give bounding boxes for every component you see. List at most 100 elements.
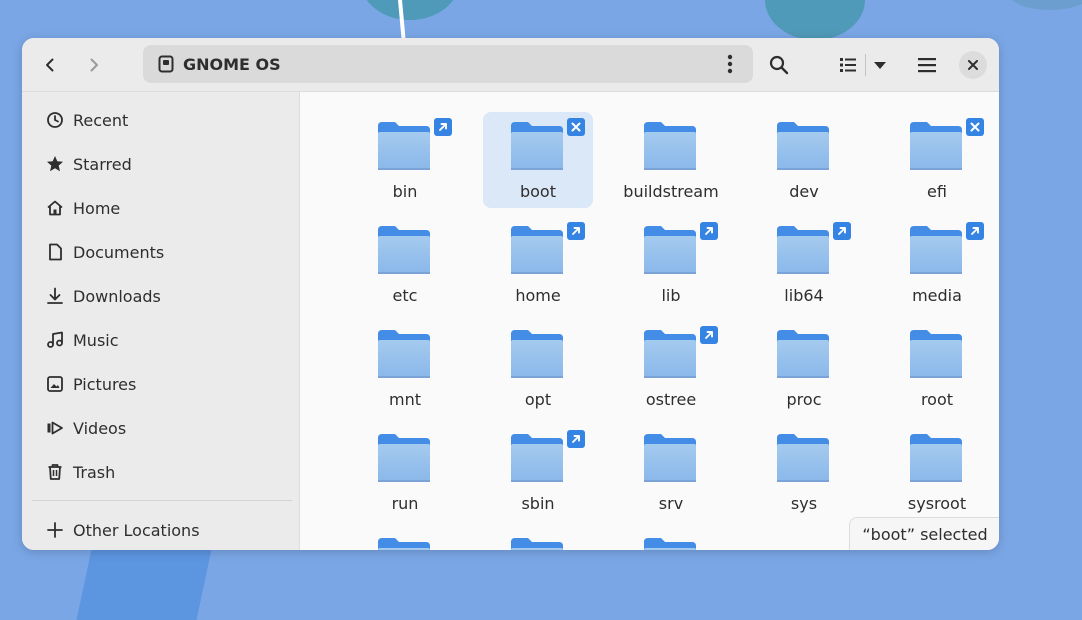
divider: [865, 54, 866, 76]
file-grid: bin boot buildstream dev efi etc home lib lib64 m…: [300, 92, 999, 550]
plus-icon: [45, 520, 65, 540]
symlink-badge: [434, 118, 452, 136]
file-item-folder[interactable]: sysroot: [882, 424, 992, 520]
file-name: dev: [789, 182, 819, 201]
sidebar-item-pictures[interactable]: Pictures: [32, 366, 290, 402]
folder-icon: [378, 434, 430, 482]
sidebar-item-label: Home: [73, 198, 121, 218]
file-item-folder[interactable]: etc: [350, 216, 460, 312]
symlink-badge: [700, 326, 718, 344]
chevron-left-icon: [46, 58, 54, 72]
folder-icon: [644, 434, 696, 482]
clock-icon: [45, 110, 65, 130]
close-button[interactable]: [959, 51, 987, 79]
forward-button[interactable]: [78, 49, 110, 81]
folder-icon: [644, 122, 696, 170]
main-menu-button[interactable]: [911, 49, 943, 81]
folder-icon: [511, 538, 563, 550]
file-item-folder[interactable]: media: [882, 216, 992, 312]
file-item-folder[interactable]: mnt: [350, 320, 460, 416]
file-item-folder[interactable]: run: [350, 424, 460, 520]
folder-icon: [378, 122, 430, 170]
file-item-folder[interactable]: [350, 528, 460, 550]
file-item-folder[interactable]: buildstream: [616, 112, 726, 208]
wallpaper-shape: [1010, 0, 1082, 10]
sidebar-item-music[interactable]: Music: [32, 322, 290, 358]
file-item-folder[interactable]: [616, 528, 726, 550]
file-name: home: [515, 286, 561, 305]
sidebar-divider: [32, 500, 292, 501]
back-button[interactable]: [34, 49, 66, 81]
symlink-badge: [567, 222, 585, 240]
file-item-folder[interactable]: opt: [483, 320, 593, 416]
sidebar-item-videos[interactable]: Videos: [32, 410, 290, 446]
file-name: efi: [927, 182, 947, 201]
music-icon: [45, 330, 65, 350]
file-item-folder[interactable]: ostree: [616, 320, 726, 416]
sidebar-item-label: Other Locations: [73, 520, 200, 540]
file-name: boot: [519, 182, 556, 201]
file-name: run: [391, 494, 419, 513]
file-item-folder[interactable]: root: [882, 320, 992, 416]
search-icon: [769, 55, 789, 75]
folder-icon: [910, 434, 962, 482]
file-name: proc: [786, 390, 822, 409]
folder-icon: [777, 226, 829, 274]
file-item-folder[interactable]: dev: [749, 112, 859, 208]
wallpaper-shape: [765, 0, 865, 40]
view-options-dropdown[interactable]: [870, 60, 890, 70]
sidebar-item-documents[interactable]: Documents: [32, 234, 290, 270]
document-icon: [45, 242, 65, 262]
folder-icon: [644, 538, 696, 550]
sidebar-item-home[interactable]: Home: [32, 190, 290, 226]
folder-icon: [777, 434, 829, 482]
sidebar-item-label: Trash: [73, 462, 116, 482]
folder-icon: [910, 226, 962, 274]
sidebar-item-starred[interactable]: Starred: [32, 146, 290, 182]
file-item-folder[interactable]: lib64: [749, 216, 859, 312]
symlink-badge: [700, 222, 718, 240]
list-view-button[interactable]: [837, 57, 861, 73]
dropdown-arrow-icon: [874, 62, 886, 69]
symlink-arrow-icon: [971, 227, 979, 235]
sidebar-item-label: Documents: [73, 242, 165, 262]
sidebar-item-recent[interactable]: Recent: [32, 102, 290, 138]
location-label: GNOME OS: [183, 54, 281, 74]
sidebar-item-trash[interactable]: Trash: [32, 454, 290, 490]
file-item-folder[interactable]: boot: [483, 112, 593, 208]
file-item-folder[interactable]: sys: [749, 424, 859, 520]
file-item-folder[interactable]: lib: [616, 216, 726, 312]
search-button[interactable]: [763, 49, 795, 81]
file-item-folder[interactable]: efi: [882, 112, 992, 208]
pictures-icon: [45, 374, 65, 394]
no-access-badge: [567, 118, 585, 136]
trash-icon: [45, 462, 65, 482]
file-item-folder[interactable]: [483, 528, 593, 550]
file-item-folder[interactable]: bin: [350, 112, 460, 208]
location-menu-button[interactable]: [717, 51, 743, 77]
folder-icon: [511, 122, 563, 170]
file-name: sysroot: [907, 494, 967, 513]
hamburger-menu-icon: [918, 58, 936, 73]
sidebar-item-label: Videos: [73, 418, 127, 438]
symlink-badge: [966, 222, 984, 240]
file-item-folder[interactable]: srv: [616, 424, 726, 520]
sidebar-item-downloads[interactable]: Downloads: [32, 278, 290, 314]
file-name: media: [912, 286, 962, 305]
file-name: opt: [524, 390, 552, 409]
sidebar-item-label: Pictures: [73, 374, 137, 394]
file-item-folder[interactable]: sbin: [483, 424, 593, 520]
symlink-arrow-icon: [838, 227, 846, 235]
wallpaper-shape: [76, 540, 214, 620]
kebab-menu-icon: [727, 54, 733, 74]
file-manager-window: GNOME OS Recent Starred Home Documents D…: [22, 38, 999, 550]
symlink-badge: [567, 430, 585, 448]
folder-icon: [910, 330, 962, 378]
sidebar-item-other-locations[interactable]: Other Locations: [32, 512, 290, 548]
file-item-folder[interactable]: proc: [749, 320, 859, 416]
folder-icon: [777, 122, 829, 170]
sidebar-item-label: Downloads: [73, 286, 161, 306]
file-name: bin: [392, 182, 418, 201]
file-item-folder[interactable]: home: [483, 216, 593, 312]
location-bar[interactable]: GNOME OS: [143, 45, 753, 83]
